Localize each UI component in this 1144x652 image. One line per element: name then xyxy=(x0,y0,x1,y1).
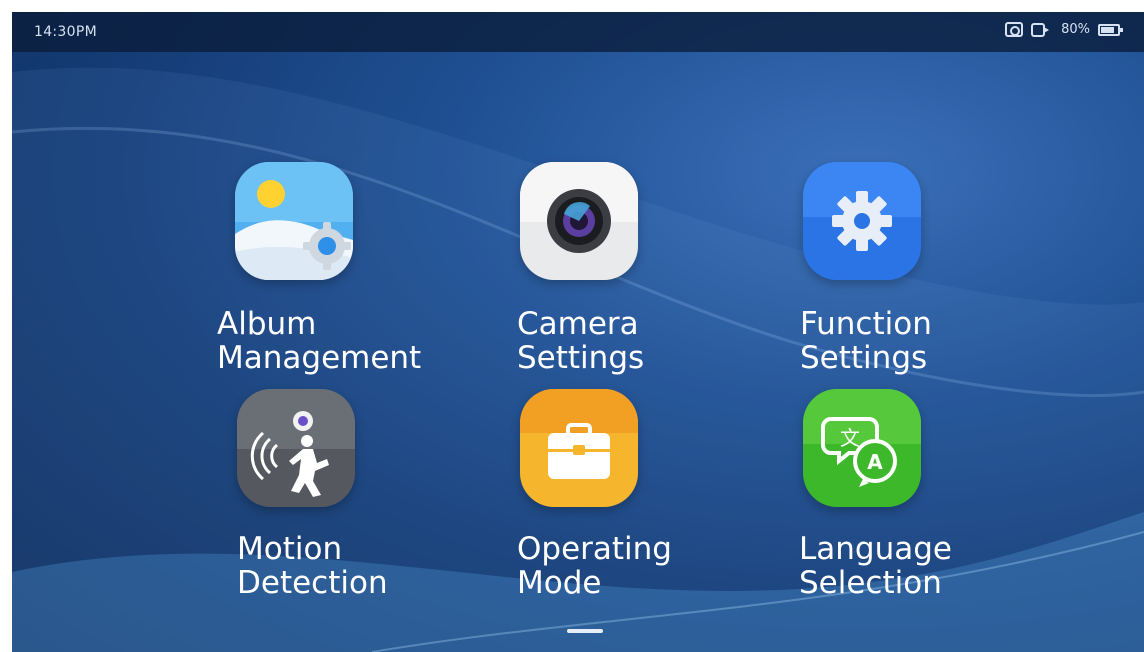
app-label: Motion Detection xyxy=(237,531,388,601)
status-icons: 80% xyxy=(1005,22,1123,37)
app-album-management[interactable]: Album Management xyxy=(217,162,457,376)
svg-text:A: A xyxy=(867,450,883,474)
app-function-settings[interactable]: Function Settings xyxy=(800,162,1040,376)
battery-percent: 80% xyxy=(1061,22,1090,37)
app-language-selection[interactable]: 文 A Language Selection xyxy=(799,389,1039,604)
app-operating-mode[interactable]: Operating Mode xyxy=(517,389,757,604)
app-motion-detection[interactable]: Motion Detection xyxy=(237,389,477,604)
app-label: Function Settings xyxy=(800,306,932,376)
app-label: Album Management xyxy=(217,306,422,376)
status-bar: 14:30PM 80% xyxy=(12,12,1144,52)
motion-sensor-icon[interactable] xyxy=(237,389,355,507)
home-indicator[interactable] xyxy=(567,629,603,633)
video-camera-icon xyxy=(1031,22,1050,37)
album-gallery-icon[interactable] xyxy=(235,162,353,280)
battery-level-fill xyxy=(1101,26,1114,33)
status-time: 14:30PM xyxy=(34,24,97,40)
svg-text:文: 文 xyxy=(840,426,860,450)
briefcase-icon[interactable] xyxy=(520,389,638,507)
camera-lens-icon[interactable] xyxy=(520,162,638,280)
app-label: Operating Mode xyxy=(517,531,672,601)
translate-icon[interactable]: 文 A xyxy=(803,389,921,507)
app-label: Language Selection xyxy=(799,531,952,601)
home-screen: 14:30PM 80% Album Management Camera Sett… xyxy=(12,12,1144,652)
app-label: Camera Settings xyxy=(517,306,645,376)
gear-icon[interactable] xyxy=(803,162,921,280)
app-camera-settings[interactable]: Camera Settings xyxy=(517,162,757,376)
battery-icon xyxy=(1098,23,1123,36)
camera-icon xyxy=(1005,22,1024,37)
